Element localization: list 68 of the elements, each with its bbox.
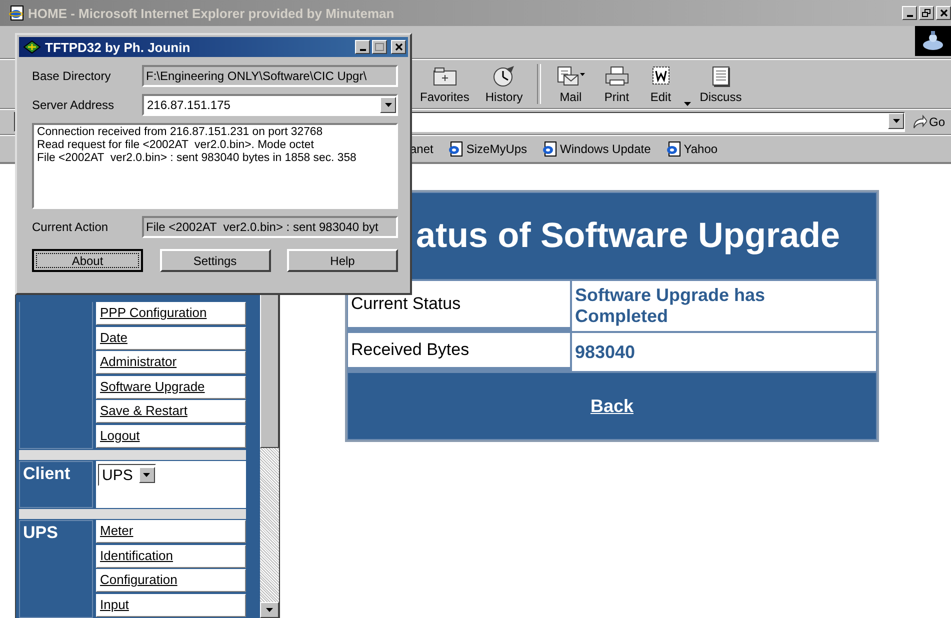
minimize-button[interactable] <box>902 6 917 20</box>
link[interactable]: Yahoo <box>684 142 718 156</box>
globe-icon <box>921 30 945 52</box>
nav-link[interactable]: Software Upgrade <box>96 376 246 398</box>
directory-field: F:\Engineering ONLY\Software\CIC Upgr\ <box>142 65 398 87</box>
nav-link[interactable]: Identification <box>96 544 246 568</box>
window-title: HOME - Microsoft Internet Explorer provided by Minuteman <box>28 6 396 20</box>
caret-icon[interactable] <box>682 100 692 108</box>
nav-link[interactable]: Date <box>96 326 246 350</box>
nav-link[interactable]: Configuration <box>96 569 246 592</box>
page-icon <box>664 141 681 157</box>
log-line: Connection received from 216.87.151.231 on port 32768 <box>37 126 324 139</box>
dialog-title: TFTPD32 by Ph. Jounin <box>45 40 192 54</box>
printer-icon <box>602 65 631 87</box>
toolbar-button[interactable]: History <box>477 65 531 108</box>
network-icon <box>23 40 41 54</box>
nav-link[interactable]: Save & Restart <box>96 400 246 423</box>
arrow-icon <box>911 114 927 130</box>
table-cell: 983040 <box>572 333 876 371</box>
restore-button[interactable] <box>919 6 934 20</box>
caret-icon <box>142 471 152 479</box>
restore-icon <box>922 9 931 17</box>
maximize-icon <box>375 43 384 51</box>
section-label: UPS <box>19 520 93 618</box>
nav-link[interactable]: Meter <box>96 520 246 543</box>
table-cell: Software Upgrade has Completed <box>572 281 876 331</box>
mail-icon <box>554 65 587 87</box>
caret-icon <box>384 101 392 109</box>
nav-link[interactable]: Input <box>96 594 246 616</box>
nav-link[interactable]: Logout <box>96 424 246 448</box>
dialog-button[interactable]: Settings <box>160 249 270 272</box>
table-cell: Received Bytes <box>348 333 570 367</box>
link[interactable]: Windows Update <box>560 142 651 156</box>
link[interactable]: SizeMyUps <box>466 142 528 156</box>
close-icon <box>940 9 948 17</box>
toolbar-button[interactable]: Print <box>594 65 639 108</box>
toolbar-button[interactable]: Discuss <box>692 65 750 108</box>
address-combo[interactable]: 216.87.151.175 <box>142 94 398 116</box>
folder-icon <box>430 65 459 87</box>
close-button[interactable] <box>936 6 951 20</box>
log-line: File <2002AT ver2.0.bin> : sent 983040 bytes in 1858 sec. 358 <box>37 152 358 165</box>
field-label: Base Directory <box>32 69 112 83</box>
caret-icon <box>265 606 274 614</box>
dialog-button[interactable]: About <box>32 249 143 272</box>
page-icon <box>447 141 464 157</box>
section-label: Client <box>19 461 93 508</box>
log-line: Read request for file <2002AT ver2.0.bin>. Mode octet <box>37 139 315 152</box>
dialog-button[interactable]: Help <box>287 249 398 272</box>
page-icon <box>541 141 558 157</box>
scroll-down-button[interactable] <box>260 602 279 618</box>
table-cell: Current Status <box>348 281 570 327</box>
minimize-button[interactable] <box>355 40 370 54</box>
close-button[interactable] <box>391 40 406 54</box>
action-field: File <2002AT ver2.0.bin> : sent 983040 byt <box>142 216 398 238</box>
back-link[interactable]: Back <box>590 396 634 416</box>
toolbar-button[interactable]: Mail <box>546 65 595 108</box>
toolbar-button[interactable]: Edit <box>638 65 683 108</box>
nav-link[interactable]: PPP Configuration <box>96 302 246 325</box>
client-select[interactable]: UPS <box>98 464 156 486</box>
maximize-button[interactable] <box>372 40 387 54</box>
dropdown-button[interactable] <box>888 113 904 129</box>
field-label: Current Action <box>32 220 110 234</box>
field-label: Server Address <box>32 98 116 112</box>
caret-icon <box>892 117 900 125</box>
go-button[interactable]: Go <box>911 114 951 130</box>
close-icon <box>394 43 402 51</box>
nav-link[interactable]: Administrator <box>96 351 246 374</box>
toolbar-button[interactable]: Favorites <box>412 65 478 108</box>
